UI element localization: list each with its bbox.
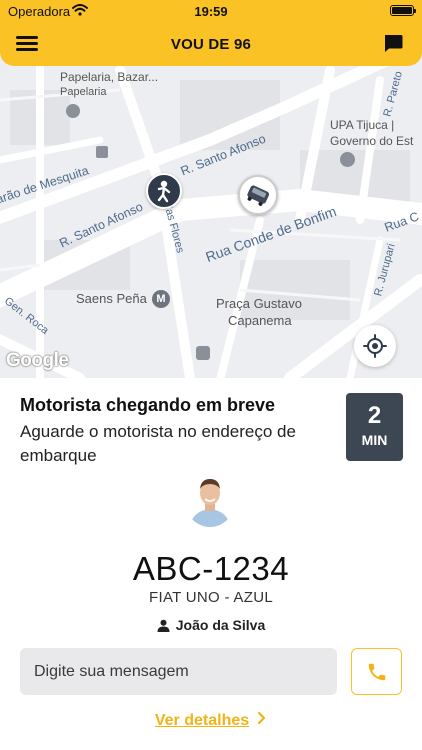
view-details-label: Ver detalhes	[154, 712, 250, 729]
ride-status-title: Motorista chegando em breve	[20, 395, 276, 415]
map-label-upa: UPA Tijuca |	[330, 118, 395, 132]
eta-unit: MIN	[361, 432, 388, 448]
metro-icon: M	[152, 290, 170, 308]
message-input[interactable]	[20, 648, 337, 695]
battery-icon	[390, 5, 416, 16]
shop-icon	[66, 104, 80, 118]
call-driver-button[interactable]	[351, 648, 402, 695]
nav-bar: VOU DE 96	[0, 26, 422, 62]
locate-button[interactable]	[354, 325, 396, 367]
driver-car-pin-icon[interactable]	[238, 175, 278, 215]
google-logo: Google	[6, 350, 69, 371]
phone-icon	[368, 663, 386, 681]
map-label-governo: Governo do Est	[330, 134, 414, 148]
driver-name-row: João da Silva	[0, 617, 422, 633]
map-label-saens-pena: Saens Peña	[76, 291, 147, 306]
bus-stop-icon	[96, 146, 108, 158]
government-icon	[340, 152, 355, 167]
map-label-praca-1: Praça Gustavo	[216, 296, 302, 311]
locate-icon	[363, 334, 387, 358]
map-label-papelaria: Papelaria	[60, 86, 107, 98]
driver-avatar	[184, 471, 236, 527]
map-label-praca-2: Capanema	[228, 313, 292, 328]
ride-status-description: Aguarde o motorista no endereço de embar…	[20, 422, 296, 465]
status-bar: Operadora 19:59	[0, 0, 422, 22]
passenger-pin-icon[interactable]	[146, 173, 182, 209]
ride-info-sheet: Motorista chegando em breve Aguarde o mo…	[0, 378, 422, 750]
vehicle-plate: ABC-1234	[132, 550, 290, 587]
eta-badge: 2 MIN	[346, 393, 403, 461]
driver-name: João da Silva	[175, 617, 266, 633]
eta-value: 2	[367, 402, 382, 429]
map-label-papelaria-bazar: Papelaria, Bazar...	[60, 70, 159, 84]
top-app-bar: Operadora 19:59 VOU DE 96	[0, 0, 422, 66]
clock: 19:59	[194, 4, 228, 19]
vehicle-model: FIAT UNO - AZUL	[149, 589, 273, 606]
user-icon	[157, 619, 170, 632]
view-details-link[interactable]: Ver detalhes	[0, 711, 422, 730]
page-title: VOU DE 96	[170, 36, 252, 53]
chat-bubble-icon[interactable]	[382, 32, 404, 54]
chevron-right-icon	[258, 711, 266, 725]
shop-icon	[196, 346, 210, 360]
